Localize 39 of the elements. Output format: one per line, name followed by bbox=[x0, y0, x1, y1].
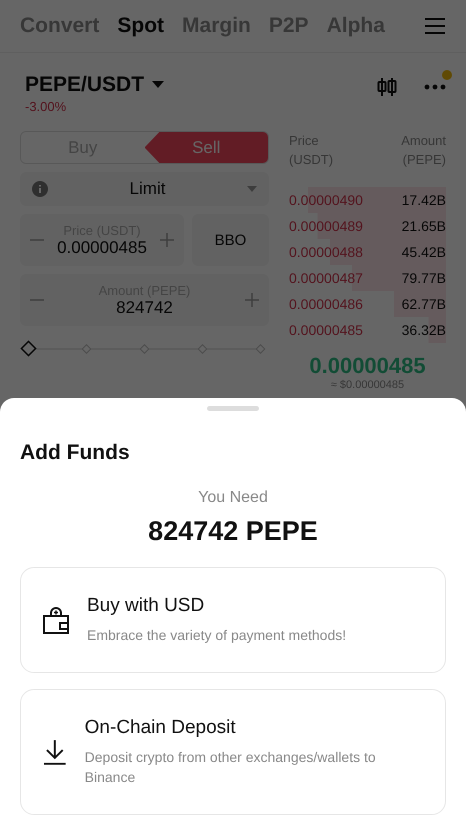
candlestick-icon[interactable] bbox=[376, 77, 398, 97]
option-title: On-Chain Deposit bbox=[84, 717, 237, 739]
dropdown-icon bbox=[247, 186, 257, 192]
need-label: You Need bbox=[197, 489, 269, 507]
side-tab[interactable]: Sell bbox=[144, 132, 268, 163]
last-price: 0.00000485 bbox=[308, 353, 427, 379]
ask-amount: 62.77B bbox=[402, 296, 446, 312]
download-icon bbox=[43, 739, 67, 765]
order-type-select[interactable]: Limit bbox=[20, 172, 269, 206]
pair-symbol[interactable]: PEPE/USDT bbox=[25, 73, 144, 97]
drag-handle[interactable] bbox=[207, 406, 259, 411]
need-amount: 824742 PEPE bbox=[147, 516, 319, 547]
option-description: Deposit crypto from other exchanges/wallets to Binance bbox=[84, 748, 377, 787]
bbo-button[interactable]: BBO bbox=[192, 214, 269, 266]
plus-icon[interactable] bbox=[160, 233, 174, 247]
ask-amount: 21.65B bbox=[402, 218, 446, 234]
ask-price[interactable]: 0.00000487 bbox=[289, 270, 363, 286]
ask-price[interactable]: 0.00000486 bbox=[289, 296, 363, 312]
ask-price[interactable]: 0.00000490 bbox=[289, 192, 363, 208]
option-title: Buy with USD bbox=[87, 595, 206, 617]
nav-tab[interactable]: Spot bbox=[117, 14, 164, 38]
ask-price[interactable]: 0.00000488 bbox=[289, 244, 363, 260]
ask-amount: 36.32B bbox=[402, 322, 446, 338]
price-change: -3.00% bbox=[25, 99, 68, 114]
menu-icon[interactable] bbox=[424, 17, 446, 35]
fund-option-card[interactable]: Buy with USD Embrace the variety of payment methods! bbox=[20, 567, 446, 673]
ask-price[interactable]: 0.00000485 bbox=[289, 322, 363, 338]
sheet-title: Add Funds bbox=[20, 441, 131, 465]
more-icon[interactable] bbox=[424, 84, 446, 90]
ask-amount: 45.42B bbox=[402, 244, 446, 260]
ask-amount: 17.42B bbox=[402, 192, 446, 208]
plus-icon[interactable] bbox=[244, 293, 259, 307]
dropdown-icon[interactable] bbox=[152, 81, 164, 89]
ask-price[interactable]: 0.00000489 bbox=[289, 218, 363, 234]
ask-amount: 79.77B bbox=[402, 270, 446, 286]
info-icon bbox=[32, 181, 48, 197]
wallet-icon bbox=[43, 606, 69, 634]
fund-option-card[interactable]: On-Chain Deposit Deposit crypto from other exchanges/wallets to Binance bbox=[20, 689, 446, 815]
option-description: Embrace the variety of payment methods! bbox=[87, 626, 346, 645]
